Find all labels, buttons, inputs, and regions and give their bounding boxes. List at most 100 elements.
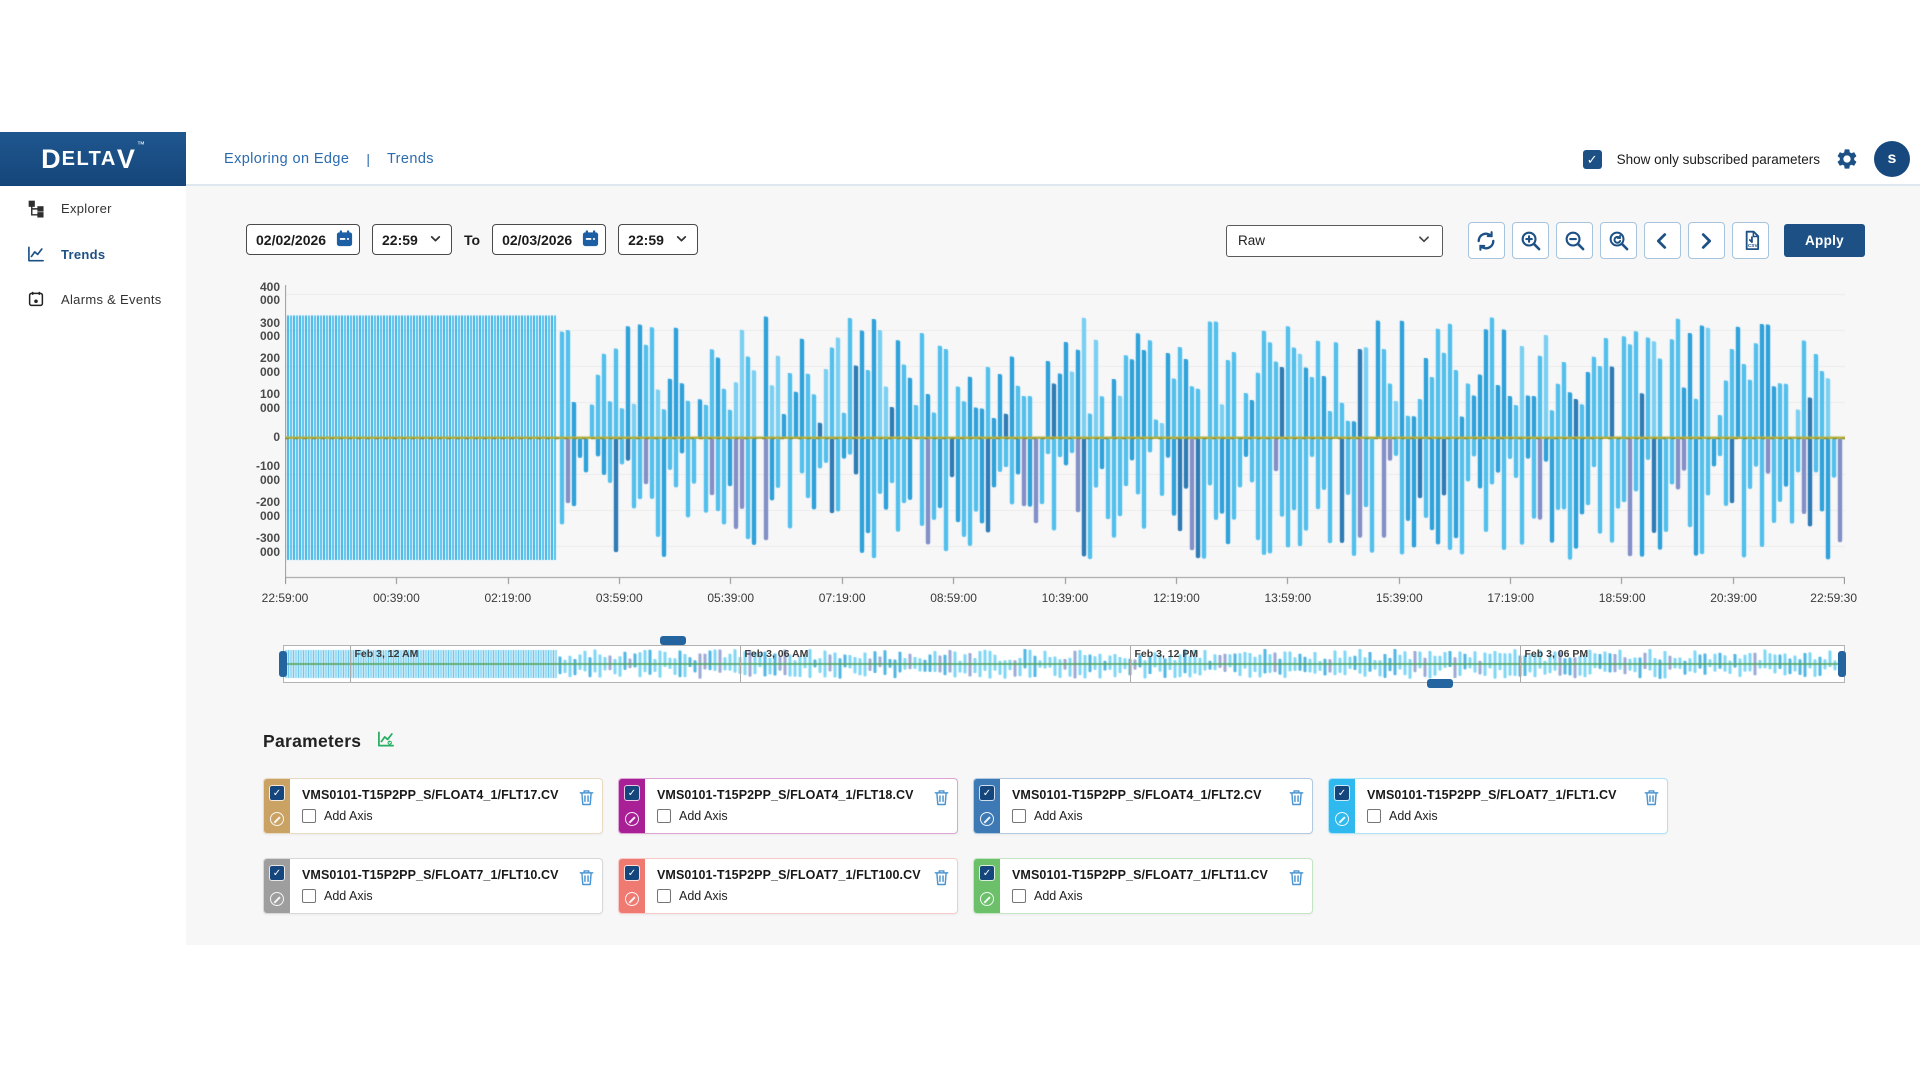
range-left-handle[interactable] bbox=[279, 651, 287, 677]
delete-parameter-button[interactable] bbox=[933, 868, 950, 890]
parameter-card: ✓ VMS0101-T15P2PP_S/FLOAT7_1/FLT100.CV Add… bbox=[618, 858, 958, 914]
parameter-card: ✓ VMS0101-T15P2PP_S/FLOAT4_1/FLT17.CV Add … bbox=[263, 778, 603, 834]
x-axis-labels: 22:59:0000:39:0002:19:0003:59:0005:39:00… bbox=[285, 591, 1845, 607]
parameter-color-picker-icon[interactable] bbox=[625, 892, 639, 906]
delete-parameter-button[interactable] bbox=[933, 788, 950, 810]
x-axis-tick-label: 10:39:00 bbox=[1042, 591, 1089, 605]
parameter-color-picker-icon[interactable] bbox=[625, 812, 639, 826]
parameter-name: VMS0101-T15P2PP_S/FLOAT7_1/FLT100.CV bbox=[657, 868, 927, 882]
parameter-card-body: VMS0101-T15P2PP_S/FLOAT4_1/FLT18.CVAdd A… bbox=[645, 779, 957, 833]
parameter-color-stripe: ✓ bbox=[264, 859, 290, 913]
zoom-in-icon bbox=[1519, 229, 1542, 252]
sidebar-item-alarms-events[interactable]: Alarms & Events bbox=[0, 277, 186, 321]
delete-parameter-button[interactable] bbox=[578, 788, 595, 810]
parameter-color-picker-icon[interactable] bbox=[980, 892, 994, 906]
subscribed-parameters-checkbox[interactable]: ✓ bbox=[1583, 150, 1602, 169]
add-axis-checkbox[interactable] bbox=[1012, 889, 1026, 903]
minimap-section-divider bbox=[1130, 646, 1131, 682]
parameter-visible-checkbox[interactable]: ✓ bbox=[625, 786, 639, 800]
add-axis-label: Add Axis bbox=[679, 889, 728, 903]
trash-icon bbox=[1288, 788, 1305, 810]
x-axis-tick-label: 12:19:00 bbox=[1153, 591, 1200, 605]
sidebar-item-trends[interactable]: Trends bbox=[0, 231, 186, 277]
delete-parameter-button[interactable] bbox=[1288, 788, 1305, 810]
apply-button[interactable]: Apply bbox=[1784, 224, 1865, 257]
nav-trends[interactable]: Trends bbox=[387, 151, 434, 167]
explorer-icon bbox=[26, 199, 46, 218]
add-axis-checkbox[interactable] bbox=[657, 809, 671, 823]
parameter-name: VMS0101-T15P2PP_S/FLOAT4_1/FLT17.CV bbox=[302, 788, 572, 802]
zoom-reset-button[interactable] bbox=[1600, 222, 1637, 259]
delete-parameter-button[interactable] bbox=[578, 868, 595, 890]
y-axis-tick-label: 400 000 bbox=[240, 279, 280, 309]
x-axis-tick-label: 18:59:00 bbox=[1599, 591, 1646, 605]
add-axis-checkbox[interactable] bbox=[302, 809, 316, 823]
user-avatar[interactable]: s bbox=[1874, 141, 1910, 177]
parameter-color-picker-icon[interactable] bbox=[980, 812, 994, 826]
end-time-value: 22:59 bbox=[628, 232, 664, 248]
start-time-value: 22:59 bbox=[382, 232, 418, 248]
parameter-visible-checkbox[interactable]: ✓ bbox=[980, 786, 994, 800]
nav-separator: | bbox=[366, 151, 370, 167]
parameter-visible-checkbox[interactable]: ✓ bbox=[1335, 786, 1349, 800]
end-time-select[interactable]: 22:59 bbox=[618, 224, 698, 255]
trend-chart-green-icon[interactable] bbox=[376, 729, 396, 754]
parameter-visible-checkbox[interactable]: ✓ bbox=[980, 866, 994, 880]
x-axis-tick-label: 02:19:00 bbox=[484, 591, 531, 605]
sidebar-item-label: Explorer bbox=[61, 201, 112, 216]
range-right-handle[interactable] bbox=[1838, 651, 1846, 677]
delete-parameter-button[interactable] bbox=[1288, 868, 1305, 890]
x-axis-tick-label: 08:59:00 bbox=[930, 591, 977, 605]
timeline-minimap[interactable]: Feb 3, 12 AMFeb 3, 06 AMFeb 3, 12 PMFeb … bbox=[283, 645, 1845, 683]
parameters-section-header: Parameters bbox=[263, 729, 396, 754]
export-csv-button[interactable]: CSV bbox=[1732, 222, 1769, 259]
start-date-input[interactable]: 02/02/2026 bbox=[246, 224, 360, 255]
add-axis-checkbox[interactable] bbox=[657, 889, 671, 903]
start-time-select[interactable]: 22:59 bbox=[372, 224, 452, 255]
trash-icon bbox=[933, 868, 950, 890]
add-axis-checkbox[interactable] bbox=[1012, 809, 1026, 823]
parameter-visible-checkbox[interactable]: ✓ bbox=[625, 866, 639, 880]
add-axis-checkbox[interactable] bbox=[302, 889, 316, 903]
parameter-color-picker-icon[interactable] bbox=[1335, 812, 1349, 826]
range-bottom-handle[interactable] bbox=[1427, 679, 1453, 688]
pan-right-button[interactable] bbox=[1688, 222, 1725, 259]
add-axis-label: Add Axis bbox=[324, 809, 373, 823]
to-label: To bbox=[464, 232, 480, 248]
minimap-section-label: Feb 3, 12 PM bbox=[1135, 648, 1199, 660]
add-axis-checkbox[interactable] bbox=[1367, 809, 1381, 823]
nav-exploring-on-edge[interactable]: Exploring on Edge bbox=[224, 151, 349, 167]
settings-gear-icon[interactable] bbox=[1835, 147, 1859, 171]
parameter-visible-checkbox[interactable]: ✓ bbox=[270, 786, 284, 800]
trend-chart-canvas[interactable] bbox=[285, 285, 1845, 585]
parameter-card-body: VMS0101-T15P2PP_S/FLOAT7_1/FLT10.CVAdd A… bbox=[290, 859, 602, 913]
chevron-down-icon bbox=[429, 232, 442, 248]
chevron-down-icon bbox=[675, 232, 688, 248]
parameter-color-picker-icon[interactable] bbox=[270, 892, 284, 906]
x-axis-tick-label: 15:39:00 bbox=[1376, 591, 1423, 605]
top-bar: DELTAV™ Exploring on Edge | Trends ✓ Sho… bbox=[0, 132, 1920, 186]
parameter-color-picker-icon[interactable] bbox=[270, 812, 284, 826]
zoom-in-button[interactable] bbox=[1512, 222, 1549, 259]
zoom-out-icon bbox=[1563, 229, 1586, 252]
minimap-section-label: Feb 3, 06 AM bbox=[745, 648, 809, 660]
zoom-out-button[interactable] bbox=[1556, 222, 1593, 259]
pan-left-button[interactable] bbox=[1644, 222, 1681, 259]
parameter-color-stripe: ✓ bbox=[619, 859, 645, 913]
refresh-button[interactable] bbox=[1468, 222, 1505, 259]
parameter-card-body: VMS0101-T15P2PP_S/FLOAT7_1/FLT1.CVAdd Ax… bbox=[1355, 779, 1667, 833]
delete-parameter-button[interactable] bbox=[1643, 788, 1660, 810]
sample-mode-value: Raw bbox=[1238, 233, 1265, 248]
sample-mode-select[interactable]: Raw bbox=[1226, 225, 1443, 257]
end-date-input[interactable]: 02/03/2026 bbox=[492, 224, 606, 255]
trash-icon bbox=[1288, 868, 1305, 890]
y-axis-tick-label: -100 000 bbox=[240, 459, 280, 489]
minimap-canvas bbox=[284, 646, 1844, 682]
parameter-visible-checkbox[interactable]: ✓ bbox=[270, 866, 284, 880]
sidebar-item-explorer[interactable]: Explorer bbox=[0, 186, 186, 231]
range-top-handle[interactable] bbox=[660, 636, 686, 645]
x-axis-tick-label: 22:59:30 bbox=[1810, 591, 1857, 605]
parameter-color-stripe: ✓ bbox=[619, 779, 645, 833]
x-axis-tick-label: 13:59:00 bbox=[1264, 591, 1311, 605]
minimap-section-divider bbox=[350, 646, 351, 682]
